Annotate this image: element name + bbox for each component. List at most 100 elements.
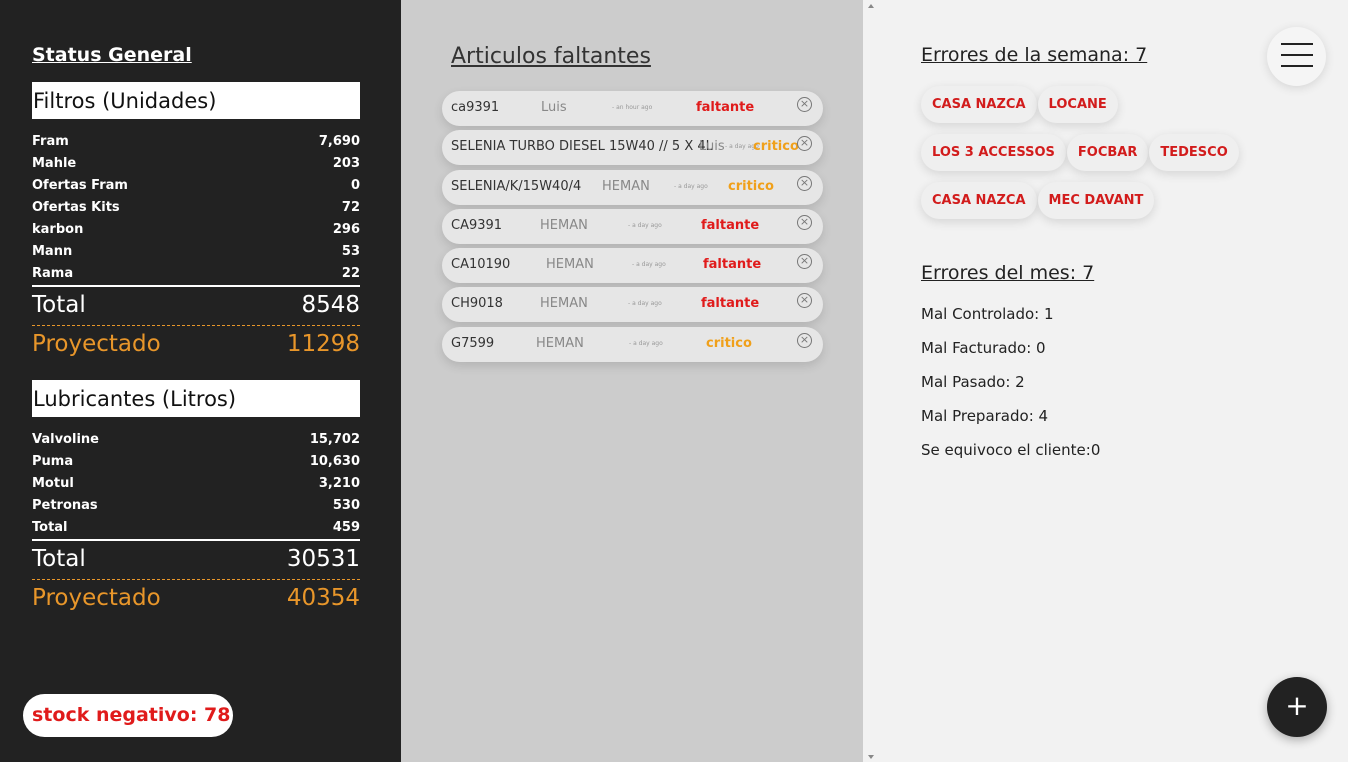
filtro-row: Rama 22 [32, 263, 360, 285]
errores-mes-list: Mal Controlado: 1 Mal Facturado: 0 Mal Pas… [921, 302, 1100, 472]
error-chip[interactable]: LOS 3 ACCESSOS [921, 134, 1066, 171]
item-user: HEMAN [536, 335, 584, 351]
close-circle-icon[interactable]: × [797, 97, 812, 112]
filtro-name: Mahle [32, 156, 77, 171]
error-chip[interactable]: LOCANE [1037, 86, 1118, 123]
item-code: ca9391 [451, 100, 500, 115]
close-circle-icon[interactable]: × [797, 293, 812, 309]
filtros-total-value: 8548 [301, 292, 360, 318]
lubricantes-proyectado-value: 40354 [286, 585, 360, 611]
faltante-item[interactable]: CH9018 HEMAN - a day ago faltante × [442, 287, 823, 323]
item-status: critico [728, 178, 774, 194]
lubricante-name: Valvoline [32, 432, 99, 447]
filtro-row: karbon 296 [32, 219, 360, 241]
add-button[interactable]: + [1267, 677, 1327, 737]
faltantes-panel: Articulos faltantes ca9391 Luis - an hour … [401, 0, 863, 762]
faltante-item[interactable]: CA9391 HEMAN - a day ago faltante × [442, 208, 823, 244]
status-panel: Status General Filtros (Unidades) Fram 7,… [0, 0, 401, 762]
close-circle-icon[interactable]: × [797, 332, 812, 348]
lubricante-row: Petronas 530 [32, 495, 360, 517]
lubricante-row: Valvoline 15,702 [32, 429, 360, 451]
lubricantes-divider [32, 539, 360, 541]
filtros-total-row: Total 8548 [32, 292, 360, 318]
item-status: faltante [701, 296, 760, 312]
item-status: critico [706, 335, 752, 351]
lubricantes-proyectado-row: Proyectado 40354 [32, 585, 360, 611]
item-user: HEMAN [602, 178, 650, 194]
filtro-value: 53 [341, 244, 360, 259]
hamburger-menu-icon [1281, 65, 1313, 67]
item-status: faltante [701, 217, 760, 233]
filtro-name: Ofertas Kits [32, 200, 120, 215]
faltante-item[interactable]: SELENIA TURBO DIESEL 15W40 // 5 X 4L Luis… [442, 130, 823, 166]
stock-negativo-badge[interactable]: stock negativo: 78 [23, 694, 233, 737]
status-title: Status General [32, 44, 192, 66]
errores-panel: Errores de la semana: 7 CASA NAZCA LOCANE… [863, 0, 1348, 762]
item-time: - a day ago [628, 221, 662, 229]
faltante-item[interactable]: ca9391 Luis - an hour ago faltante × [442, 91, 823, 126]
error-chip[interactable]: TEDESCO [1149, 134, 1239, 171]
close-circle-icon[interactable]: × [797, 214, 812, 230]
lubricante-row: Motul 3,210 [32, 473, 360, 495]
item-user: HEMAN [546, 257, 594, 273]
faltante-item[interactable]: G7599 HEMAN - a day ago critico × [442, 326, 823, 362]
filtros-header: Filtros (Unidades) [32, 82, 360, 119]
close-circle-icon[interactable]: × [797, 136, 812, 152]
item-code: CA10190 [451, 257, 511, 273]
item-time: - an hour ago [612, 104, 653, 111]
faltante-item[interactable]: SELENIA/K/15W40/4 HEMAN - a day ago critico… [442, 169, 823, 205]
filtro-row: Mann 53 [32, 241, 360, 263]
errores-semana-title: Errores de la semana: 7 [921, 44, 1148, 66]
lubricantes-dashed-divider [32, 579, 360, 580]
item-time: - a day ago [632, 261, 666, 269]
filtro-name: karbon [32, 222, 84, 237]
filtros-dashed-divider [32, 325, 360, 326]
lubricante-value: 530 [332, 498, 360, 513]
error-chip[interactable]: CASA NAZCA [921, 86, 1037, 123]
filtros-divider [32, 285, 360, 287]
scroll-down-icon[interactable] [868, 755, 874, 759]
filtros-proyectado-label: Proyectado [32, 331, 161, 357]
filtros-proyectado-row: Proyectado 11298 [32, 331, 360, 357]
lubricantes-list: Valvoline 15,702 Puma 10,630 Motul 3,210 Petro… [32, 429, 360, 539]
item-code: G7599 [451, 335, 495, 351]
lubricante-value: 3,210 [318, 476, 360, 491]
error-chip[interactable]: FOCBAR [1066, 134, 1149, 171]
filtro-name: Mann [32, 244, 73, 259]
error-mes-item: Mal Facturado: 0 [921, 339, 1046, 357]
item-status: critico [753, 139, 799, 155]
lubricante-name: Motul [32, 476, 74, 491]
filtro-row: Ofertas Fram 0 [32, 175, 360, 197]
faltantes-list: ca9391 Luis - an hour ago faltante × SELENIA … [442, 91, 823, 366]
errores-semana-chips: CASA NAZCA LOCANELOS 3 ACCESSOS FOCBAR TEDE… [921, 86, 1261, 230]
lubricantes-header: Lubricantes (Litros) [32, 380, 360, 417]
lubricante-value: 15,702 [309, 432, 360, 447]
filtro-value: 296 [332, 222, 360, 237]
filtro-value: 0 [350, 178, 360, 193]
error-chip[interactable]: MEC DAVANT [1037, 182, 1155, 219]
filtro-name: Rama [32, 266, 74, 281]
close-circle-icon[interactable]: × [797, 254, 812, 270]
filtro-row: Ofertas Kits 72 [32, 197, 360, 219]
item-time: - a day ago [629, 339, 663, 347]
lubricante-value: 459 [332, 520, 360, 535]
filtro-name: Fram [32, 134, 69, 149]
item-code: CH9018 [451, 296, 503, 312]
filtros-proyectado-value: 11298 [286, 331, 360, 357]
menu-button[interactable] [1267, 27, 1326, 86]
scrollbar[interactable] [863, 0, 880, 762]
item-status: faltante [703, 257, 762, 273]
scroll-up-icon[interactable] [868, 4, 874, 8]
filtros-total-label: Total [32, 292, 86, 318]
item-time: - a day ago [628, 300, 662, 308]
filtro-value: 203 [332, 156, 360, 171]
lubricante-row: Total 459 [32, 517, 360, 539]
item-user: HEMAN [540, 296, 588, 312]
close-circle-icon[interactable]: × [797, 175, 812, 191]
filtro-value: 7,690 [318, 134, 360, 149]
filtros-list: Fram 7,690 Mahle 203 Ofertas Fram 0 Ofertas Ki… [32, 131, 360, 285]
faltante-item[interactable]: CA10190 HEMAN - a day ago faltante × [442, 248, 823, 284]
error-chip[interactable]: CASA NAZCA [921, 182, 1037, 219]
filtro-name: Ofertas Fram [32, 178, 128, 193]
hamburger-menu-icon [1281, 54, 1313, 56]
